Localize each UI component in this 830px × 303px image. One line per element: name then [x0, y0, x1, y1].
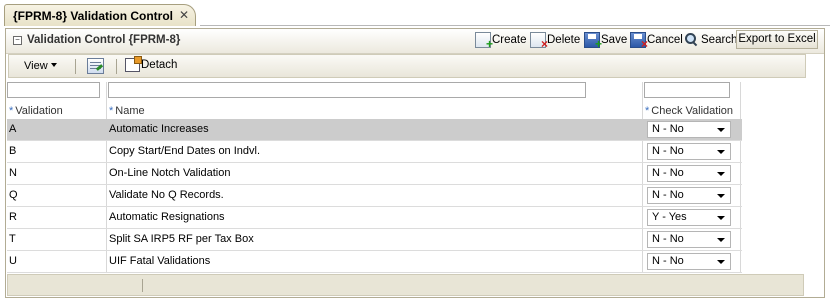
chevron-down-icon	[50, 63, 57, 67]
name-cell: UIF Fatal Validations	[109, 255, 211, 267]
validation-code-cell: T	[9, 233, 16, 245]
check-validation-select[interactable]: N - No	[647, 143, 731, 160]
create-label: Create	[492, 34, 527, 46]
column-header-label: Name	[115, 105, 145, 117]
toolbar-divider	[75, 59, 76, 74]
search-label: Search	[701, 34, 738, 46]
check-validation-value: N - No	[652, 255, 684, 267]
table-row[interactable]: B Copy Start/End Dates on Indvl. N - No	[7, 141, 742, 163]
name-cell: Automatic Resignations	[109, 211, 225, 223]
table-row[interactable]: A Automatic Increases N - No	[7, 119, 742, 141]
chevron-down-icon	[717, 194, 725, 198]
detach-icon	[125, 56, 142, 72]
view-menu[interactable]: View	[24, 60, 57, 72]
cancel-icon	[630, 32, 648, 51]
export-to-excel-button[interactable]: Export to Excel	[736, 30, 818, 49]
panel-title: Validation Control {FPRM-8}	[27, 34, 181, 46]
check-validation-select[interactable]: N - No	[647, 253, 731, 270]
check-validation-value: N - No	[652, 233, 684, 245]
chevron-down-icon	[717, 216, 725, 220]
column-header-validation[interactable]: * Validation	[9, 105, 63, 117]
collapse-icon[interactable]: −	[13, 36, 22, 45]
check-validation-value: Y - Yes	[652, 211, 687, 223]
name-cell: Automatic Increases	[109, 123, 209, 135]
validation-code-cell: Q	[9, 189, 18, 201]
tab-underline	[200, 25, 830, 26]
chevron-down-icon	[717, 172, 725, 176]
validation-code-cell: U	[9, 255, 17, 267]
check-validation-select[interactable]: N - No	[647, 165, 731, 182]
delete-button[interactable]: Delete	[530, 31, 581, 51]
cancel-label: Cancel	[647, 34, 683, 46]
validation-code-cell: R	[9, 211, 17, 223]
edit-grid-icon[interactable]	[87, 58, 104, 74]
validation-code-cell: N	[9, 167, 17, 179]
delete-icon	[530, 32, 548, 51]
save-icon	[584, 32, 602, 51]
name-cell: Split SA IRP5 RF per Tax Box	[109, 233, 254, 245]
chevron-down-icon	[717, 260, 725, 264]
create-icon	[475, 32, 493, 51]
tab-title: {FPRM-8} Validation Control	[13, 9, 174, 23]
filter-validation-input[interactable]	[7, 82, 100, 98]
table-row[interactable]: T Split SA IRP5 RF per Tax Box N - No	[7, 229, 742, 251]
check-validation-value: N - No	[652, 189, 684, 201]
column-header-label: Validation	[15, 105, 63, 117]
name-cell: Validate No Q Records.	[109, 189, 224, 201]
validation-code-cell: A	[9, 123, 17, 135]
chevron-down-icon	[717, 150, 725, 154]
check-validation-select[interactable]: Y - Yes	[647, 209, 731, 226]
required-marker: *	[645, 105, 650, 117]
check-validation-select[interactable]: N - No	[647, 121, 731, 138]
name-cell: On-Line Notch Validation	[109, 167, 231, 179]
filter-row	[7, 82, 742, 102]
view-label: View	[24, 60, 48, 72]
table-toolbar: View Detach	[8, 54, 806, 78]
required-marker: *	[9, 105, 14, 117]
chevron-down-icon	[717, 238, 725, 242]
table-row[interactable]: N On-Line Notch Validation N - No	[7, 163, 742, 185]
status-bar	[7, 274, 804, 296]
column-header-label: Check Validation	[651, 105, 734, 117]
check-validation-value: N - No	[652, 167, 684, 179]
column-header-row: * Validation * Name * Check Validation	[7, 102, 742, 120]
toolbar-divider	[116, 59, 117, 74]
column-header-check-validation[interactable]: * Check Validation	[645, 105, 733, 117]
table-row[interactable]: R Automatic Resignations Y - Yes	[7, 207, 742, 229]
tab-strip: {FPRM-8} Validation Control ✕	[0, 0, 830, 28]
table-row[interactable]: U UIF Fatal Validations N - No	[7, 251, 742, 273]
detach-label: Detach	[141, 59, 178, 71]
filter-name-input[interactable]	[108, 82, 586, 98]
close-icon[interactable]: ✕	[179, 8, 189, 22]
create-button[interactable]: Create	[475, 31, 527, 51]
validation-control-panel: − Validation Control {FPRM-8} Create Del…	[5, 28, 825, 298]
column-header-name[interactable]: * Name	[109, 105, 145, 117]
check-validation-select[interactable]: N - No	[647, 231, 731, 248]
table-row[interactable]: Q Validate No Q Records. N - No	[7, 185, 742, 207]
required-marker: *	[109, 105, 114, 117]
check-validation-select[interactable]: N - No	[647, 187, 731, 204]
check-validation-value: N - No	[652, 123, 684, 135]
cancel-button[interactable]: Cancel	[630, 31, 683, 51]
check-validation-value: N - No	[652, 145, 684, 157]
tab-validation-control[interactable]: {FPRM-8} Validation Control ✕	[4, 4, 196, 26]
panel-header: − Validation Control {FPRM-8} Create Del…	[6, 29, 824, 54]
detach-button[interactable]: Detach	[125, 56, 178, 72]
filter-check-input[interactable]	[644, 82, 730, 98]
save-label: Save	[601, 34, 628, 46]
validation-code-cell: B	[9, 145, 17, 157]
search-icon	[684, 32, 700, 48]
save-button[interactable]: Save	[584, 31, 628, 51]
chevron-down-icon	[717, 128, 725, 132]
name-cell: Copy Start/End Dates on Indvl.	[109, 145, 261, 157]
search-button[interactable]: Search	[684, 31, 737, 49]
status-divider	[142, 279, 143, 292]
delete-label: Delete	[547, 34, 581, 46]
